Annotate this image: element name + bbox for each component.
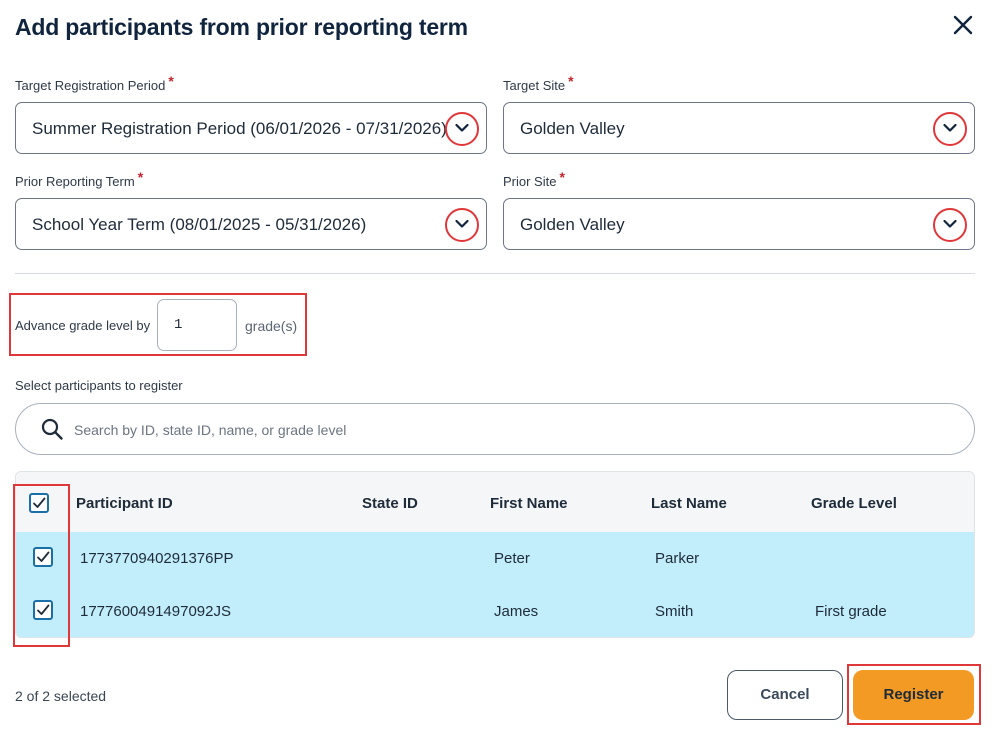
prior-reporting-term-value: School Year Term (08/01/2025 - 05/31/202… [32,215,367,234]
target-registration-period-label: Target Registration Period * [15,73,174,93]
checkmark-icon [37,604,50,615]
first-name-cell: Peter [494,550,530,567]
prior-site-dropdown-toggle[interactable] [933,208,967,242]
participant-id-cell: 1777600491497092JS [80,603,231,620]
row-checkbox-peter-parker[interactable] [33,547,53,567]
required-marker: * [559,169,565,185]
section-divider [15,273,975,274]
selected-count: 2 of 2 selected [15,688,107,704]
prior-reporting-term-select[interactable]: School Year Term (08/01/2025 - 05/31/202… [15,198,487,250]
column-header-grade-level[interactable]: Grade Level [811,495,897,512]
advance-grade-label: Advance grade level by [15,318,151,333]
checkmark-icon [33,497,46,508]
chevron-down-icon [943,219,957,228]
target-site-value: Golden Valley [520,119,625,138]
checkmark-icon [37,551,50,562]
required-marker: * [168,73,174,89]
participant-id-cell: 1773770940291376PP [80,550,234,567]
prior-reporting-term-label: Prior Reporting Term * [15,169,144,189]
target-site-select[interactable]: Golden Valley [503,102,975,154]
last-name-cell: Smith [655,603,694,620]
table-header: Participant ID State ID First Name Last … [16,472,974,532]
cancel-button[interactable]: Cancel [727,670,843,720]
table-row[interactable]: 1773770940291376PP Peter Parker [16,532,974,585]
prior-site-label: Prior Site * [503,169,565,189]
register-button[interactable]: Register [853,670,974,720]
target-site-dropdown-toggle[interactable] [933,112,967,146]
prior-site-select[interactable]: Golden Valley [503,198,975,250]
target-registration-period-dropdown-toggle[interactable] [445,112,479,146]
last-name-cell: Parker [655,550,700,567]
column-header-first-name[interactable]: First Name [490,495,568,512]
prior-reporting-term-dropdown-toggle[interactable] [445,208,479,242]
advance-grade-suffix: grade(s) [245,318,298,334]
select-all-checkbox[interactable] [29,493,49,513]
chevron-down-icon [455,123,469,132]
close-icon [953,15,973,35]
search-icon [41,418,63,440]
column-header-last-name[interactable]: Last Name [651,495,727,512]
target-registration-period-value: Summer Registration Period (06/01/2026 -… [32,119,447,138]
close-button[interactable] [950,12,976,38]
select-participants-label: Select participants to register [15,378,183,393]
search-placeholder: Search by ID, state ID, name, or grade l… [74,422,347,438]
advance-grade-input[interactable]: 1 [157,299,237,351]
column-header-state-id[interactable]: State ID [362,495,418,512]
required-marker: * [137,169,144,185]
target-registration-period-select[interactable]: Summer Registration Period (06/01/2026 -… [15,102,487,154]
dialog-title: Add participants from prior reporting te… [15,14,468,40]
column-header-participant-id[interactable]: Participant ID [76,495,173,512]
grade-level-cell: First grade [815,603,887,620]
chevron-down-icon [943,123,957,132]
row-checkbox-james-smith[interactable] [33,600,53,620]
table-row[interactable]: 1777600491497092JS James Smith First gra… [16,585,974,637]
target-site-label: Target Site * [503,73,574,93]
participant-search-input[interactable]: Search by ID, state ID, name, or grade l… [15,403,975,455]
required-marker: * [568,73,574,89]
prior-site-value: Golden Valley [520,215,625,234]
first-name-cell: James [494,603,539,620]
participants-table: Participant ID State ID First Name Last … [15,471,975,638]
chevron-down-icon [455,219,469,228]
